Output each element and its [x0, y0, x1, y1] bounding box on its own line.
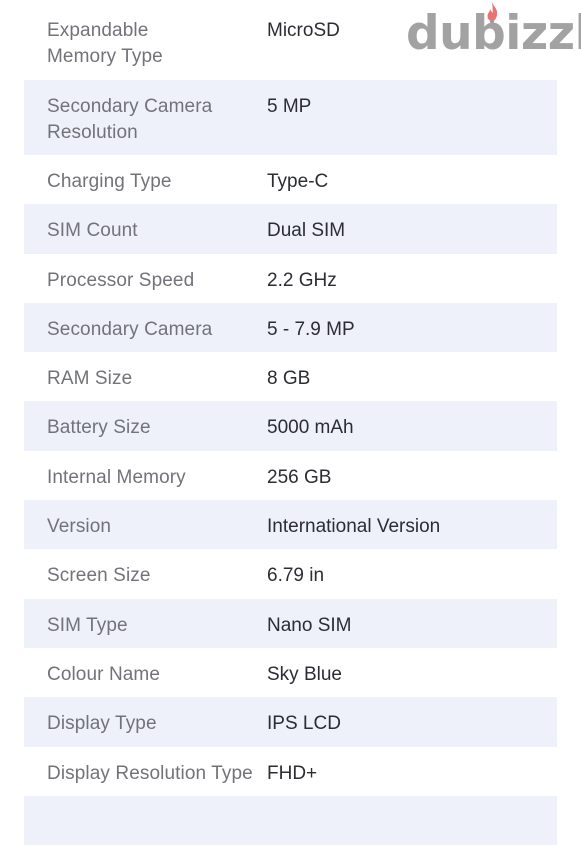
spec-row-battery-size: Battery Size 5000 mAh — [24, 401, 557, 451]
spec-row-display-resolution-type: Display Resolution Type FHD+ — [24, 747, 557, 796]
spec-label: Display Resolution Type — [47, 762, 253, 784]
spec-value: 5000 mAh — [267, 417, 354, 439]
spec-value: Dual SIM — [267, 220, 346, 242]
spec-row-screen-size: Screen Size 6.79 in — [24, 549, 557, 598]
spec-row-ram-size: RAM Size 8 GB — [24, 352, 557, 401]
spec-label: Colour Name — [47, 663, 161, 685]
spec-value: MicroSD — [267, 20, 340, 41]
spec-row-sim-count: SIM Count Dual SIM — [24, 204, 557, 254]
spec-row-secondary-camera-resolution: Secondary Camera Resolution 5 MP — [24, 80, 557, 155]
spec-row-version: Version International Version — [24, 500, 557, 550]
spec-row-sim-type: SIM Type Nano SIM — [24, 598, 557, 648]
spec-value: International Version — [267, 516, 441, 538]
spec-label: Version — [47, 516, 112, 538]
spec-label: RAM Size — [47, 368, 133, 390]
spec-label: Screen Size — [47, 565, 151, 587]
spec-label: Expandable Memory Type — [47, 20, 163, 67]
spec-label: SIM Count — [47, 220, 138, 242]
spec-value: IPS LCD — [267, 713, 341, 735]
spec-value: 5 - 7.9 MP — [267, 318, 355, 340]
spec-value: 256 GB — [267, 466, 332, 488]
spec-value: Type-C — [267, 171, 329, 192]
spec-label: Secondary Camera Resolution — [47, 96, 213, 143]
dubizzle-logo: dubizzle — [406, 2, 581, 60]
spec-row-charging-type: Charging Type Type-C — [24, 155, 557, 204]
spec-value: Sky Blue — [267, 663, 342, 685]
spec-row-display-type: Display Type IPS LCD — [24, 697, 557, 747]
specs-table: Expandable Memory Type MicroSD Secondary… — [24, 0, 557, 845]
flame-icon — [487, 2, 498, 24]
spec-label: SIM Type — [47, 614, 128, 636]
spec-label: Display Type — [47, 713, 157, 735]
spec-value: 8 GB — [267, 368, 311, 390]
spec-value: FHD+ — [267, 762, 318, 784]
spec-row-secondary-camera: Secondary Camera 5 - 7.9 MP — [24, 302, 557, 353]
spec-label: Internal Memory — [47, 466, 186, 488]
spec-value: 2.2 GHz — [267, 269, 337, 291]
spec-row-processor-speed: Processor Speed 2.2 GHz — [24, 254, 557, 303]
spec-value: 5 MP — [267, 96, 312, 117]
spec-row-next — [24, 795, 557, 845]
spec-label: Processor Speed — [47, 269, 195, 291]
spec-row-colour-name: Colour Name Sky Blue — [24, 648, 557, 697]
spec-label: Secondary Camera — [47, 318, 213, 340]
spec-value: Nano SIM — [267, 614, 352, 636]
spec-label: Battery Size — [47, 417, 151, 439]
spec-label: Charging Type — [47, 171, 172, 192]
spec-value: 6.79 in — [267, 565, 325, 587]
spec-row-internal-memory: Internal Memory 256 GB — [24, 451, 557, 500]
